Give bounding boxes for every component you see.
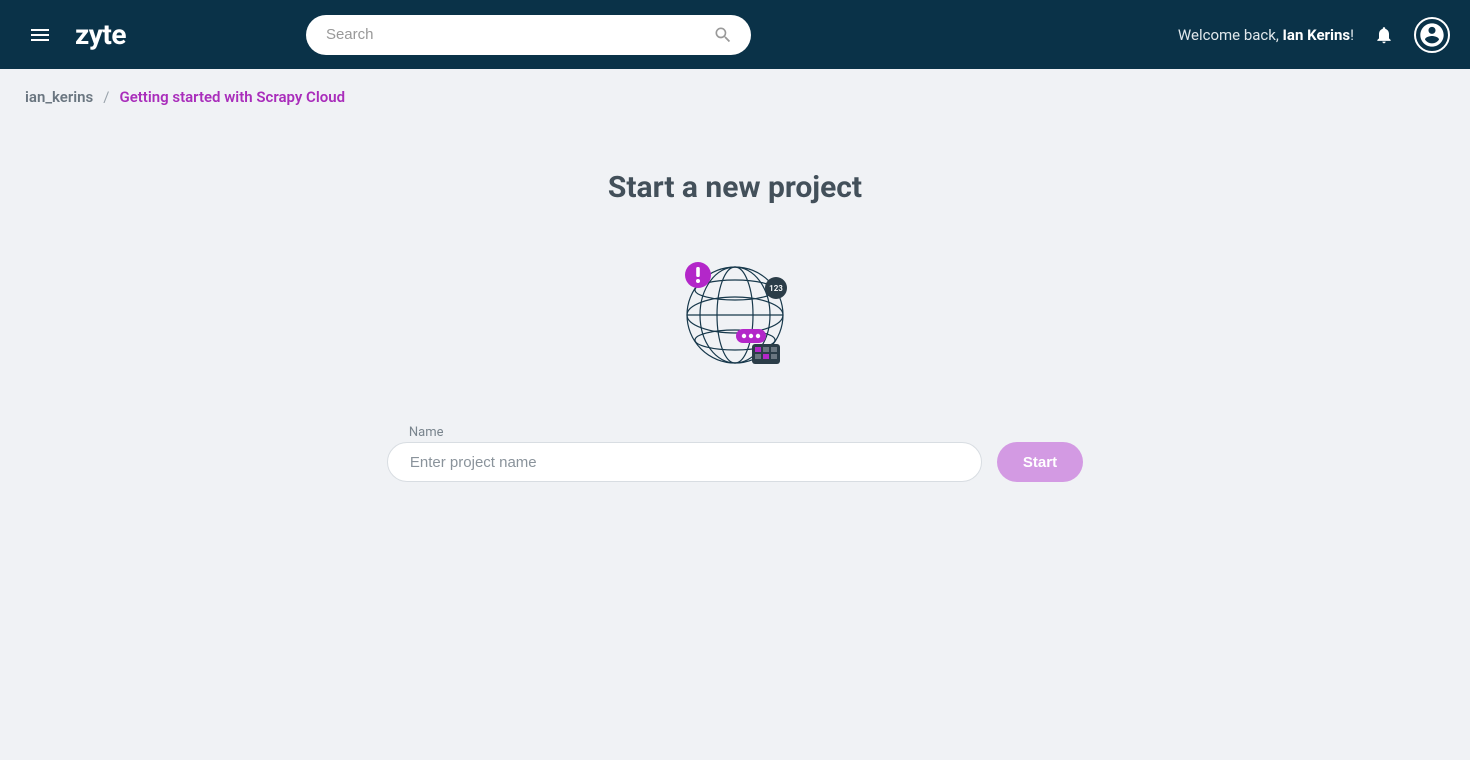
bell-icon[interactable] [1374, 25, 1394, 45]
search-icon [713, 25, 733, 45]
main-content: Start a new project 123 [0, 125, 1470, 482]
menu-button[interactable] [20, 15, 60, 55]
project-name-input[interactable] [387, 442, 982, 482]
welcome-prefix: Welcome back, [1178, 26, 1283, 44]
name-label: Name [409, 425, 982, 440]
header-right: Welcome back, Ian Kerins! [1178, 17, 1450, 53]
user-icon [1418, 21, 1446, 49]
hamburger-icon [28, 23, 52, 47]
search-wrapper [306, 15, 751, 55]
logo-text: zyte [75, 18, 126, 51]
breadcrumb-current: Getting started with Scrapy Cloud [119, 88, 345, 106]
start-button[interactable]: Start [997, 442, 1083, 482]
breadcrumb-separator: / [103, 88, 109, 106]
new-project-form: Name Start [387, 425, 1083, 482]
name-field-group: Name [387, 425, 982, 482]
breadcrumb-root[interactable]: ian_kerins [25, 88, 93, 106]
page-title: Start a new project [608, 170, 862, 205]
search-input[interactable] [306, 15, 751, 55]
welcome-suffix: ! [1350, 26, 1354, 44]
avatar[interactable] [1414, 17, 1450, 53]
app-header: zyte Welcome back, Ian Kerins! [0, 0, 1470, 69]
welcome-text: Welcome back, Ian Kerins! [1178, 26, 1354, 44]
breadcrumb: ian_kerins / Getting started with Scrapy… [0, 69, 1470, 125]
project-illustration: 123 [680, 260, 790, 370]
illustration-badge-number: 123 [769, 284, 783, 293]
logo[interactable]: zyte [75, 18, 126, 51]
welcome-name: Ian Kerins [1283, 26, 1351, 44]
